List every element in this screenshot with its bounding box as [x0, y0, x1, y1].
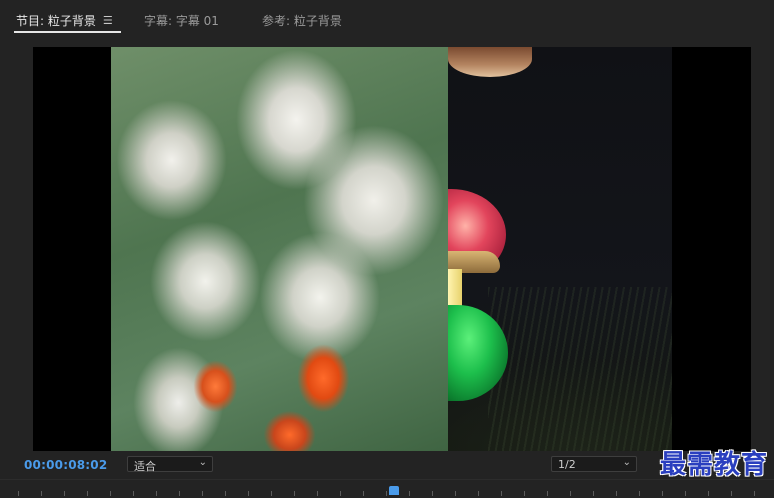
- ruler-tick: [570, 491, 571, 496]
- playhead-marker[interactable]: [389, 486, 399, 495]
- mushroom-top-image: [448, 47, 532, 77]
- zoom-fit-value: 适合: [134, 460, 156, 473]
- ruler-tick: [179, 491, 180, 496]
- tab-program[interactable]: 节目: 粒子背景 ☰: [16, 12, 113, 29]
- flower-footage-frame: [111, 47, 448, 451]
- panel-tab-bar: 节目: 粒子背景 ☰ 字幕: 字幕 01 参考: 粒子背景: [0, 0, 774, 38]
- ruler-tick: [363, 491, 364, 496]
- ruler-tick: [87, 491, 88, 496]
- tab-program-label: 节目: 粒子背景: [16, 14, 96, 28]
- hamburger-icon[interactable]: ☰: [103, 14, 113, 27]
- ruler-tick: [248, 491, 249, 496]
- tab-reference[interactable]: 参考: 粒子背景: [262, 12, 342, 29]
- ruler-tick: [616, 491, 617, 496]
- grass-texture: [488, 287, 672, 451]
- ruler-tick: [455, 491, 456, 496]
- ruler-tick: [478, 491, 479, 496]
- ruler-tick: [639, 491, 640, 496]
- ruler-tick: [64, 491, 65, 496]
- time-ruler[interactable]: [0, 479, 774, 498]
- ruler-tick: [708, 491, 709, 496]
- ruler-tick: [386, 491, 387, 496]
- program-monitor-viewer[interactable]: [33, 47, 751, 451]
- ruler-tick: [432, 491, 433, 496]
- ruler-tick: [156, 491, 157, 496]
- ruler-tick: [409, 491, 410, 496]
- ruler-tick: [202, 491, 203, 496]
- chevron-down-icon: ⌄: [198, 457, 207, 468]
- ruler-tick: [294, 491, 295, 496]
- ruler-tick: [110, 491, 111, 496]
- zoom-fit-select[interactable]: 适合 ⌄: [127, 456, 213, 473]
- ruler-tick: [271, 491, 272, 496]
- ruler-tick: [133, 491, 134, 496]
- ruler-tick: [685, 491, 686, 496]
- playback-resolution-select[interactable]: 1/2 ⌄: [551, 456, 637, 472]
- ruler-tick: [501, 491, 502, 496]
- mushroom-footage-frame: [448, 47, 672, 451]
- ruler-tick: [754, 491, 755, 496]
- tab-title-label: 字幕: 字幕 01: [144, 14, 219, 28]
- ruler-tick: [225, 491, 226, 496]
- playback-resolution-value: 1/2: [558, 458, 576, 471]
- ruler-tick: [731, 491, 732, 496]
- playhead-timecode[interactable]: 00:00:08:02: [24, 458, 107, 472]
- ruler-tick: [317, 491, 318, 496]
- ruler-tick: [41, 491, 42, 496]
- monitor-controls: 00:00:08:02 适合 ⌄ 1/2 ⌄: [0, 451, 774, 479]
- watermark-logo: 最需教育: [659, 450, 768, 480]
- ruler-tick: [18, 491, 19, 496]
- active-tab-indicator: [14, 31, 121, 33]
- tab-title[interactable]: 字幕: 字幕 01: [144, 12, 219, 29]
- ruler-tick: [593, 491, 594, 496]
- ruler-tick: [662, 491, 663, 496]
- ruler-tick: [547, 491, 548, 496]
- chevron-down-icon: ⌄: [622, 457, 631, 468]
- ruler-tick: [340, 491, 341, 496]
- tab-reference-label: 参考: 粒子背景: [262, 14, 342, 28]
- ruler-tick: [524, 491, 525, 496]
